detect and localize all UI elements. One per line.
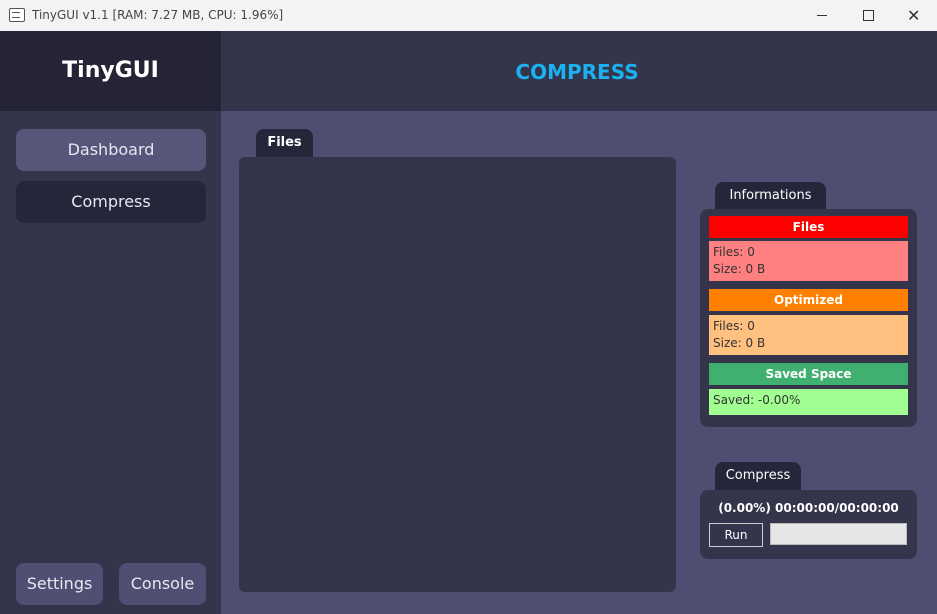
files-size: Size: 0 B: [713, 262, 766, 276]
sidebar: Dashboard Compress Settings Console: [0, 111, 221, 614]
files-count: Files: 0: [713, 245, 755, 259]
page-title: COMPRESS: [515, 60, 639, 84]
minimize-button[interactable]: [799, 0, 845, 31]
compress-panel: (0.00%) 00:00:00/00:00:00 Run: [700, 490, 917, 559]
tab-informations[interactable]: Informations: [715, 182, 826, 210]
window-title: TinyGUI v1.1 [RAM: 7.27 MB, CPU: 1.96%]: [32, 8, 284, 22]
minimize-icon: [817, 15, 827, 16]
saved-space-body: Saved: -0.00%: [709, 389, 908, 415]
progress-status: (0.00%) 00:00:00/00:00:00: [718, 501, 899, 515]
optimized-count: Files: 0: [713, 319, 755, 333]
tab-files[interactable]: Files: [256, 129, 313, 157]
app-logo: TinyGUI: [62, 58, 159, 83]
progress-bar: [770, 523, 907, 545]
saved-value: Saved: -0.00%: [713, 393, 801, 407]
window-titlebar: TinyGUI v1.1 [RAM: 7.27 MB, CPU: 1.96%] …: [0, 0, 937, 31]
run-button[interactable]: Run: [709, 523, 763, 547]
files-info-body: Files: 0 Size: 0 B: [709, 241, 908, 281]
app-icon: [9, 8, 25, 22]
close-icon: ✕: [907, 6, 921, 25]
settings-button[interactable]: Settings: [16, 563, 103, 605]
page-header: COMPRESS: [221, 31, 937, 111]
saved-space-header: Saved Space: [709, 363, 908, 385]
console-button[interactable]: Console: [119, 563, 206, 605]
optimized-info-header: Optimized: [709, 289, 908, 311]
sidebar-item-compress[interactable]: Compress: [16, 181, 206, 223]
close-button[interactable]: ✕: [891, 0, 937, 31]
tab-compress[interactable]: Compress: [715, 462, 801, 490]
files-drop-area[interactable]: [239, 157, 676, 592]
sidebar-item-dashboard[interactable]: Dashboard: [16, 129, 206, 171]
maximize-button[interactable]: [845, 0, 891, 31]
files-info-header: Files: [709, 216, 908, 238]
optimized-size: Size: 0 B: [713, 336, 766, 350]
main-content: Files Informations Files Files: 0 Size: …: [221, 111, 937, 614]
optimized-info-body: Files: 0 Size: 0 B: [709, 315, 908, 355]
maximize-icon: [863, 10, 874, 21]
informations-panel: Files Files: 0 Size: 0 B Optimized Files…: [700, 209, 917, 427]
sidebar-header: TinyGUI: [0, 31, 221, 111]
